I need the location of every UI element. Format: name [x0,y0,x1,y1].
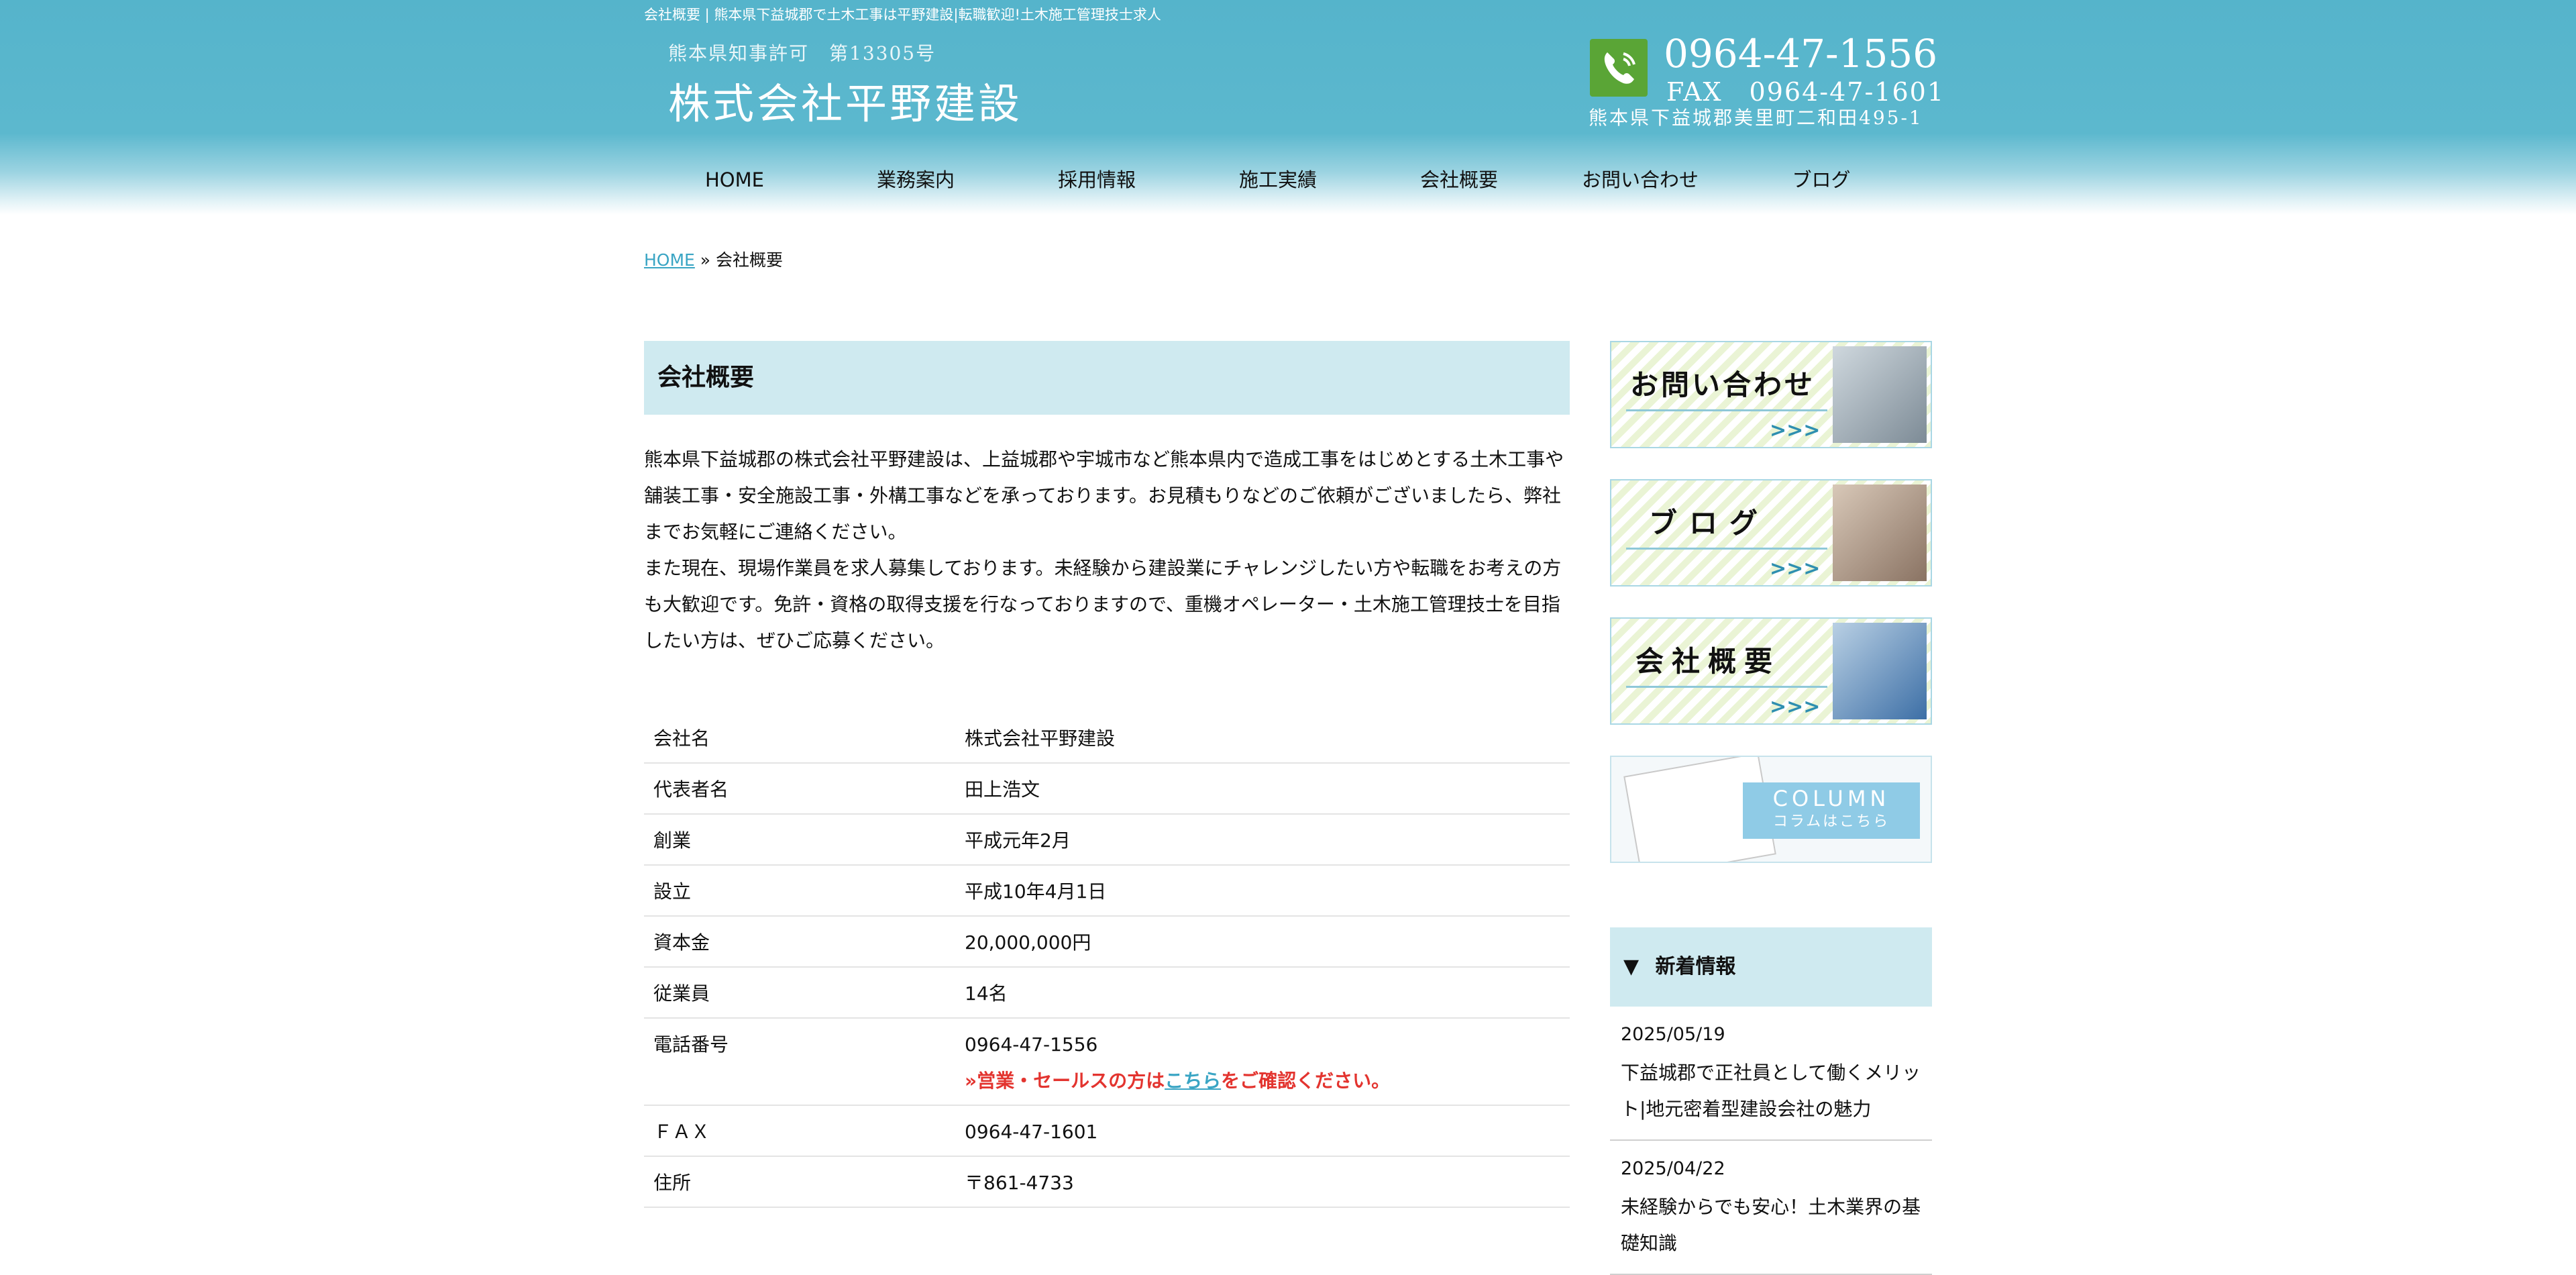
phone-handset-icon [1590,39,1648,97]
table-value: 平成元年2月 [955,814,1570,866]
nav-services[interactable]: 業務案内 [825,161,1006,199]
global-nav: HOME 業務案内 採用情報 施工実績 会社概要 お問い合わせ ブログ [644,161,1932,199]
banner-underline [1626,686,1827,688]
banner-company[interactable]: 会社概要 >>> [1610,617,1932,725]
table-value: 〒861-4733 [955,1156,1570,1208]
table-label: 代表者名 [644,763,955,815]
intro-paragraph: また現在、現場作業員を求人募集しております。未経験から建設業にチャレンジしたい方… [644,557,1562,652]
table-row: 会社名 株式会社平野建設 [644,713,1570,764]
table-label: 会社名 [644,713,955,764]
banner-photo [1833,623,1927,719]
column-label-en: COLUMN [1772,786,1890,811]
intro-paragraph: 熊本県下益城郡の株式会社平野建設は、上益城郡や宇城市など熊本県内で造成工事をはじ… [644,448,1564,543]
banner-label: 会社概要 [1635,645,1781,678]
table-row: 従業員 14名 [644,967,1570,1019]
table-label: 従業員 [644,967,955,1019]
company-info-table: 会社名 株式会社平野建設 代表者名 田上浩文 創業 平成元年2月 設立 平成10… [644,713,1570,1208]
table-row: 創業 平成元年2月 [644,814,1570,866]
sales-note-prefix: »営業・セールスの方は [965,1070,1165,1092]
news-title-link[interactable]: 下益城郡で正社員として働くメリット|地元密着型建設会社の魅力 [1621,1055,1921,1127]
chevron-right-icon: >>> [1770,419,1821,442]
table-value-cell: 0964-47-1556 »営業・セールスの方はこちらをご確認ください。 [955,1018,1570,1106]
chevron-right-icon: >>> [1770,695,1821,719]
sales-note: »営業・セールスの方はこちらをご確認ください。 [965,1071,1560,1091]
header-fax: FAX 0964-47-1601 [1666,77,1945,107]
nav-recruit[interactable]: 採用情報 [1006,161,1187,199]
list-item: 2025/05/19 下益城郡で正社員として働くメリット|地元密着型建設会社の魅… [1610,1007,1932,1141]
banner-column[interactable]: COLUMN コラムはこちら [1610,756,1932,863]
sales-note-suffix: をご確認ください。 [1221,1070,1391,1092]
news-header: ▼ 新着情報 [1610,927,1932,1007]
table-label: 電話番号 [644,1018,955,1106]
table-label: 資本金 [644,916,955,968]
news-date: 2025/04/22 [1621,1158,1725,1179]
table-value: 14名 [955,967,1570,1019]
table-label: 設立 [644,865,955,917]
column-label-jp: コラムはこちら [1772,813,1890,830]
list-item: 2025/04/22 未経験からでも安心！土木業界の基礎知識 [1610,1141,1932,1275]
main-content: 会社概要 熊本県下益城郡の株式会社平野建設は、上益城郡や宇城市など熊本県内で造成… [644,341,1570,1208]
banner-label: ブログ [1649,507,1770,540]
breadcrumb-current: 会社概要 [716,250,784,270]
banner-photo [1833,484,1927,581]
banner-photo [1833,346,1927,443]
table-label: 創業 [644,814,955,866]
breadcrumb-home-link[interactable]: HOME [644,250,695,270]
table-label: 住所 [644,1156,955,1208]
page-top-title: 会社概要 | 熊本県下益城郡で土木工事は平野建設|転職歓迎!土木施工管理技士求人 [644,7,1161,23]
table-row: 代表者名 田上浩文 [644,763,1570,815]
banner-underline [1626,409,1827,411]
table-value: 0964-47-1556 [965,1033,1098,1056]
header-address: 熊本県下益城郡美里町二和田495-1 [1589,107,1923,129]
nav-blog[interactable]: ブログ [1731,161,1912,199]
nav-company[interactable]: 会社概要 [1368,161,1550,199]
table-value: 田上浩文 [955,763,1570,815]
breadcrumb: HOME » 会社概要 [644,247,783,271]
sales-note-link[interactable]: こちら [1165,1070,1221,1092]
table-row: ＦＡＸ 0964-47-1601 [644,1105,1570,1157]
table-row: 資本金 20,000,000円 [644,916,1570,968]
company-logo[interactable]: 株式会社平野建設 [668,70,1022,130]
breadcrumb-separator: » [694,250,716,270]
news-title-link[interactable]: 未経験からでも安心！土木業界の基礎知識 [1621,1189,1921,1262]
table-value: 平成10年4月1日 [955,865,1570,917]
page-title: 会社概要 [644,341,1570,415]
nav-contact[interactable]: お問い合わせ [1550,161,1731,199]
table-value: 0964-47-1601 [955,1105,1570,1157]
chevron-right-icon: >>> [1770,557,1821,580]
table-row: 設立 平成10年4月1日 [644,865,1570,917]
table-row: 電話番号 0964-47-1556 »営業・セールスの方はこちらをご確認ください… [644,1018,1570,1106]
banner-contact[interactable]: お問い合わせ >>> [1610,341,1932,448]
license-text: 熊本県知事許可 第13305号 [668,42,936,64]
news-header-label: 新着情報 [1655,955,1736,978]
table-value: 株式会社平野建設 [955,713,1570,764]
triangle-down-icon: ▼ [1623,955,1640,978]
sidebar: お問い合わせ >>> ブログ >>> 会社概要 >>> COLUMN コラムはこ… [1610,341,1932,1275]
intro-text: 熊本県下益城郡の株式会社平野建設は、上益城郡や宇城市など熊本県内で造成工事をはじ… [644,442,1570,659]
header-tel[interactable]: 0964-47-1556 [1664,31,1937,76]
news-date: 2025/05/19 [1621,1024,1725,1045]
table-row: 住所 〒861-4733 [644,1156,1570,1208]
banner-blog[interactable]: ブログ >>> [1610,479,1932,586]
banner-underline [1626,548,1827,550]
table-label: ＦＡＸ [644,1105,955,1157]
nav-home[interactable]: HOME [644,161,825,199]
table-value: 20,000,000円 [955,916,1570,968]
page-wrapper: 会社概要 | 熊本県下益城郡で土木工事は平野建設|転職歓迎!土木施工管理技士求人… [644,0,1943,1275]
nav-works[interactable]: 施工実績 [1187,161,1368,199]
banner-label: お問い合わせ [1630,368,1816,401]
column-box: COLUMN コラムはこちら [1743,782,1920,839]
